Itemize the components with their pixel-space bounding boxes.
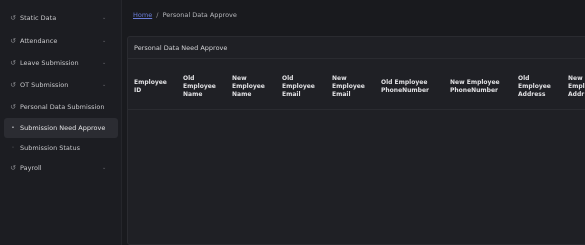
column-header-employee-id[interactable]: Employee ID <box>134 65 167 109</box>
refresh-icon: ↺ <box>10 14 16 22</box>
table-header: Employee ID Old Employee Name New Employee Na… <box>128 65 585 109</box>
breadcrumb: Home / Personal Data Approve <box>133 11 237 19</box>
header-line: New <box>332 75 347 82</box>
refresh-icon: ↺ <box>10 103 16 111</box>
header-line: Addr <box>568 91 585 98</box>
column-header-old-employee-address[interactable]: Old Employee Address <box>518 65 551 109</box>
chevron-down-icon: ⌄ <box>102 60 107 66</box>
sidebar-item-submission-need-approve[interactable]: • Submission Need Approve <box>4 118 118 138</box>
header-line: New <box>568 75 583 82</box>
bullet-icon: ◦ <box>11 145 15 151</box>
sidebar-item-label: Leave Submission <box>20 59 79 67</box>
header-line: Old <box>518 75 530 82</box>
refresh-icon: ↺ <box>10 164 16 172</box>
header-line: PhoneNumber <box>450 87 498 94</box>
sidebar-item-payroll[interactable]: ↺ Payroll ⌄ <box>4 158 118 178</box>
breadcrumb-separator: / <box>156 11 159 19</box>
sidebar-item-leave-submission[interactable]: ↺ Leave Submission ⌄ <box>4 53 118 73</box>
header-line: Employee <box>134 79 167 86</box>
sidebar-item-personal-data-submission[interactable]: ↺ Personal Data Submission <box>4 97 118 117</box>
header-line: Employee <box>232 83 265 90</box>
header-line: Email <box>332 91 351 98</box>
breadcrumb-home-link[interactable]: Home <box>133 11 152 19</box>
header-line: Empl <box>568 83 585 90</box>
main-content: Home / Personal Data Approve Personal Da… <box>123 0 585 245</box>
chevron-down-icon: ⌄ <box>102 165 107 171</box>
sidebar-item-ot-submission[interactable]: ↺ OT Submission ⌄ <box>4 75 118 95</box>
header-line: Old <box>282 75 294 82</box>
header-line: Employee <box>518 83 551 90</box>
table-header-divider <box>128 109 585 110</box>
header-line: Employee <box>282 83 315 90</box>
header-line: Employee <box>183 83 216 90</box>
header-line: Old Employee <box>381 79 428 86</box>
sidebar-item-label: Attendance <box>20 37 58 45</box>
sidebar-item-label: Submission Need Approve <box>20 124 106 132</box>
header-line: New <box>232 75 247 82</box>
sidebar-item-label: Payroll <box>20 164 42 172</box>
sidebar: ↺ Static Data ⌄ ↺ Attendance ⌄ ↺ Leave S… <box>0 0 122 245</box>
sidebar-item-static-data[interactable]: ↺ Static Data ⌄ <box>4 8 118 28</box>
header-line: ID <box>134 87 142 94</box>
sidebar-item-label: Submission Status <box>20 144 80 152</box>
header-line: PhoneNumber <box>381 87 429 94</box>
bullet-icon: • <box>11 125 15 131</box>
column-header-old-employee-phonenumber[interactable]: Old Employee PhoneNumber <box>381 65 429 109</box>
header-line: Address <box>518 91 546 98</box>
header-line: Name <box>232 91 252 98</box>
column-header-new-employee-phonenumber[interactable]: New Employee PhoneNumber <box>450 65 500 109</box>
header-line: Employee <box>332 83 365 90</box>
breadcrumb-current: Personal Data Approve <box>162 11 237 19</box>
column-header-new-employee-name[interactable]: New Employee Name <box>232 65 265 109</box>
header-line: New Employee <box>450 79 500 86</box>
sidebar-item-submission-status[interactable]: ◦ Submission Status <box>4 138 118 158</box>
column-header-old-employee-name[interactable]: Old Employee Name <box>183 65 216 109</box>
column-header-new-employee-address[interactable]: New Empl Addr <box>568 65 585 109</box>
column-header-old-employee-email[interactable]: Old Employee Email <box>282 65 315 109</box>
approval-card: Personal Data Need Approve Employee ID Ol… <box>127 36 585 245</box>
sidebar-item-attendance[interactable]: ↺ Attendance ⌄ <box>4 31 118 51</box>
header-line: Old <box>183 75 195 82</box>
chevron-down-icon: ⌄ <box>102 38 107 44</box>
sidebar-item-label: Static Data <box>20 14 57 22</box>
refresh-icon: ↺ <box>10 81 16 89</box>
card-title: Personal Data Need Approve <box>128 37 585 59</box>
sidebar-item-label: OT Submission <box>20 81 69 89</box>
refresh-icon: ↺ <box>10 59 16 67</box>
refresh-icon: ↺ <box>10 37 16 45</box>
column-header-new-employee-email[interactable]: New Employee Email <box>332 65 365 109</box>
sidebar-item-label: Personal Data Submission <box>20 103 105 111</box>
header-line: Email <box>282 91 301 98</box>
chevron-down-icon: ⌄ <box>102 82 107 88</box>
chevron-down-icon: ⌄ <box>102 15 107 21</box>
header-line: Name <box>183 91 203 98</box>
